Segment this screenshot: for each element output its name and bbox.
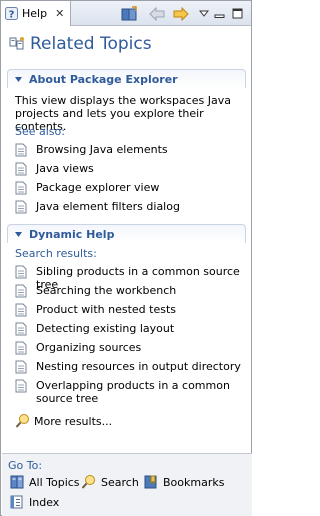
dynamic-help-section-header[interactable]: Dynamic Help <box>7 224 246 243</box>
about-link[interactable]: Java element filters dialog <box>15 200 247 214</box>
minimize-button[interactable] <box>213 5 227 22</box>
search-link[interactable]: Search <box>81 474 139 490</box>
about-link-label: Java views <box>36 162 94 175</box>
search-result-link[interactable]: Detecting existing layout <box>15 322 247 336</box>
document-icon <box>15 303 27 317</box>
search-result-link[interactable]: Overlapping products in a common source … <box>15 379 247 405</box>
related-topics-icon <box>9 37 24 50</box>
about-link[interactable]: Package explorer view <box>15 181 247 195</box>
about-link-label: Browsing Java elements <box>36 143 168 156</box>
document-icon <box>15 181 27 195</box>
search-result-link[interactable]: Nesting resources in output directory <box>15 360 247 374</box>
help-tab-label: Help <box>22 7 48 20</box>
search-result-label: Searching the workbench <box>36 284 177 297</box>
close-icon[interactable]: ✕ <box>55 7 64 20</box>
search-results-label: Search results: <box>15 247 97 260</box>
about-section-title: About Package Explorer <box>29 72 178 86</box>
document-icon <box>15 379 27 393</box>
minimize-icon <box>214 14 225 18</box>
search-result-link[interactable]: Product with nested tests <box>15 303 247 317</box>
search-label: Search <box>101 475 139 489</box>
view-menu-icon <box>199 10 209 17</box>
more-results-link[interactable]: More results... <box>15 413 112 429</box>
maximize-icon <box>232 8 243 18</box>
all-topics-link[interactable]: All Topics <box>9 474 80 490</box>
index-label: Index <box>29 495 60 509</box>
more-results-label: More results... <box>34 414 113 428</box>
help-view: ? Help ✕ Related Topics About Package Ex… <box>0 0 252 516</box>
document-icon <box>15 265 27 279</box>
document-icon <box>15 162 27 176</box>
page-title: Related Topics <box>30 34 152 54</box>
document-icon <box>15 341 27 355</box>
search-result-label: Nesting resources in output directory <box>36 360 241 373</box>
search-result-label: Overlapping products in a common source … <box>36 379 230 405</box>
page-title-row: Related Topics <box>9 34 152 54</box>
bookmark-icon <box>144 475 157 489</box>
show-in-contents-button[interactable] <box>120 5 140 22</box>
bookmarks-label: Bookmarks <box>163 475 225 489</box>
document-icon <box>15 322 27 336</box>
view-tab-bar: ? Help ✕ <box>1 1 251 26</box>
view-menu-button[interactable] <box>197 5 211 22</box>
see-also-label: See also: <box>15 125 65 138</box>
search-lamp-icon <box>15 414 29 428</box>
bookmarks-link[interactable]: Bookmarks <box>143 474 224 490</box>
back-arrow-icon <box>149 6 165 21</box>
book-sync-icon <box>121 5 137 20</box>
search-result-link[interactable]: Organizing sources <box>15 341 247 355</box>
forward-button[interactable] <box>171 5 191 22</box>
about-link-label: Java element filters dialog <box>36 200 180 213</box>
index-link[interactable]: Index <box>9 494 59 510</box>
search-result-label: Detecting existing layout <box>36 322 175 335</box>
forward-arrow-icon <box>173 6 189 21</box>
dynamic-help-section-title: Dynamic Help <box>29 227 115 241</box>
document-icon <box>15 360 27 374</box>
goto-footer: Go To: All Topics Search Bookmarks Index <box>2 453 252 516</box>
document-icon <box>15 200 27 214</box>
help-tab[interactable]: ? Help ✕ <box>1 1 71 26</box>
goto-label: Go To: <box>8 459 43 472</box>
collapse-chevron-icon <box>15 76 22 82</box>
search-result-label: Organizing sources <box>36 341 142 354</box>
search-lamp-icon <box>81 475 95 489</box>
maximize-button[interactable] <box>231 5 245 22</box>
help-icon: ? <box>5 7 18 20</box>
back-button[interactable] <box>147 5 167 22</box>
about-link-label: Package explorer view <box>36 181 160 194</box>
collapse-chevron-icon <box>15 231 22 237</box>
svg-text:?: ? <box>9 10 15 21</box>
document-icon <box>15 284 27 298</box>
about-link[interactable]: Java views <box>15 162 247 176</box>
about-section-header[interactable]: About Package Explorer <box>7 69 246 88</box>
search-result-label: Product with nested tests <box>36 303 176 316</box>
contents-icon <box>10 475 24 489</box>
document-icon <box>15 143 27 157</box>
about-link[interactable]: Browsing Java elements <box>15 143 247 157</box>
all-topics-label: All Topics <box>29 475 80 489</box>
index-icon <box>10 495 23 509</box>
search-result-link[interactable]: Searching the workbench <box>15 284 247 298</box>
